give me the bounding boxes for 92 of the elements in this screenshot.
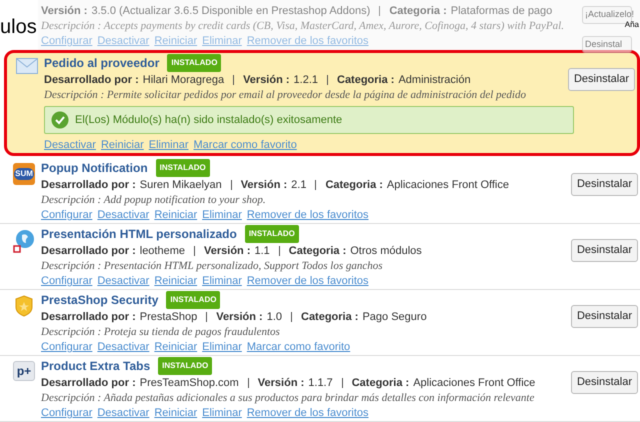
module-title[interactable]: PrestaShop Security (41, 292, 158, 308)
module-title[interactable]: Product Extra Tabs (41, 358, 150, 374)
detail-value: Otros módulos (350, 244, 422, 258)
detail-value: Aplicaciones Front Office (386, 178, 509, 192)
action-link[interactable]: Reiniciar (154, 274, 198, 288)
uninstall-button[interactable]: Desinstalar (570, 305, 638, 328)
detail-value: PresTeamShop.com (140, 376, 239, 390)
action-link[interactable]: Configurar (41, 274, 92, 288)
action-link[interactable]: Reiniciar (154, 406, 198, 420)
module-description: Descripción : Presentación HTML personalizado, Support Todos los ganchos (41, 259, 384, 273)
detail-value: PrestaShop (140, 310, 198, 324)
action-link[interactable]: Eliminar (202, 406, 242, 420)
installed-badge: INSTALADO (156, 159, 210, 177)
detail-label: Versión : (41, 4, 88, 18)
action-link[interactable]: Eliminar (202, 274, 242, 288)
action-link[interactable]: Desactivar (97, 274, 150, 288)
detail-label: Desarrollado por : (41, 310, 136, 324)
detail-value: 3.5.0 (Actualizar 3.6.5 Disponible en Prestashop Addons) (91, 4, 370, 18)
success-text: El(Los) Módulo(s) ha(n) sido instalado(s) exitosamente (75, 113, 342, 127)
module-description: Descripción : Accepts payments by credit cards (CB, Visa, MasterCard, Amex, Aurore, Cofinoga, 4 stars) with PayPal. (41, 19, 565, 33)
installed-badge: INSTALADO (244, 225, 299, 243)
action-link[interactable]: Remover de los favoritos (246, 406, 369, 420)
detail-label: Categoria : (337, 73, 394, 87)
module-title[interactable]: Pedido al proveedor (44, 55, 160, 71)
action-link[interactable]: Configurar (41, 208, 92, 222)
detail-label: Versión : (258, 376, 304, 390)
action-link[interactable]: Desactivar (97, 208, 150, 222)
detail-value: 1.2.1 (294, 73, 318, 87)
detail-value: Plataformas de pago (450, 4, 552, 18)
module-description: Descripción : Add popup notification to your shop. (41, 193, 267, 207)
module-description: Descripción : Permite solicitar pedidos por email al proveedor desde la página de administración del pedido (44, 88, 527, 102)
module-description: Descripción : Proteja su tienda de pagos fraudulentos (41, 325, 281, 339)
detail-value: Administración (398, 73, 471, 87)
installed-badge: INSTALADO (158, 357, 212, 375)
action-link[interactable]: Reiniciar (154, 208, 198, 222)
action-link[interactable]: Eliminar (202, 34, 242, 48)
logo-icon: SUM (13, 163, 35, 185)
action-link[interactable]: Configurar (41, 406, 92, 420)
detail-label: Versión : (216, 310, 263, 324)
detail-label: Categoria : (352, 376, 410, 390)
uninstall-button[interactable]: Desinstalar (570, 173, 638, 196)
detail-label: Desarrollado por : (44, 73, 139, 87)
action-link[interactable]: Desactivar (97, 406, 150, 420)
badge-icon (14, 295, 34, 317)
installed-badge: INSTALADO (166, 291, 220, 309)
detail-label: Categoria : (389, 4, 447, 18)
detail-value: Aplicaciones Front Office (413, 376, 536, 390)
action-link[interactable]: Desactivar (44, 138, 96, 152)
action-link[interactable]: Remover de los favoritos (246, 34, 369, 48)
detail-value: Pago Seguro (362, 310, 427, 324)
detail-value: leotheme (140, 244, 186, 258)
page-heading: ulos (0, 16, 37, 38)
detail-value: Suren Mikaelyan (140, 178, 222, 192)
action-link[interactable]: Desactivar (97, 340, 150, 354)
detail-label: Categoria : (288, 244, 346, 258)
detail-label: Desarrollado por : (41, 376, 136, 390)
logo-icon: p+ (13, 361, 35, 381)
action-link[interactable]: Eliminar (202, 208, 242, 222)
detail-label: Desarrollado por : (41, 178, 136, 192)
detail-label: Versión : (240, 178, 288, 192)
action-link[interactable]: Marcar como favorito (194, 138, 297, 152)
detail-label: Desarrollado por : (41, 244, 136, 258)
action-link[interactable]: Eliminar (148, 138, 188, 152)
globe-icon (13, 229, 35, 253)
action-link[interactable]: Remover de los favoritos (246, 274, 369, 288)
action-link[interactable]: Marcar como favorito (246, 340, 350, 354)
action-link[interactable]: Reiniciar (154, 340, 198, 354)
module-title[interactable]: Popup Notification (41, 160, 148, 176)
uninstall-button[interactable]: Desinstalar (570, 371, 638, 394)
detail-label: Versión : (243, 73, 290, 87)
detail-label: Versión : (204, 244, 250, 258)
uninstall-button[interactable]: Desinstalar (570, 239, 638, 262)
action-link[interactable]: Configurar (41, 340, 92, 354)
action-link[interactable]: Reiniciar (100, 138, 144, 152)
action-link[interactable]: Eliminar (202, 340, 242, 354)
detail-value: 1.1.7 (308, 376, 333, 390)
check-icon (51, 111, 69, 129)
detail-value: 2.1 (291, 178, 306, 192)
module-title[interactable]: Presentación HTML personalizado (41, 226, 237, 242)
action-link[interactable]: Configurar (41, 34, 92, 48)
action-link[interactable]: Reiniciar (154, 34, 198, 48)
detail-label: Categoria : (325, 178, 383, 192)
installed-badge: INSTALADO (167, 54, 222, 72)
detail-value: 1.0 (266, 310, 282, 324)
module-description: Descripción : Añada pestañas adicionales a sus productos para brindar más detalles con información relevante (41, 391, 536, 405)
action-link[interactable]: Remover de los favoritos (246, 208, 369, 222)
uninstall-button[interactable]: Desinstalar (568, 68, 635, 90)
envelope-icon (16, 58, 38, 74)
detail-label: Categoria : (301, 310, 358, 324)
action-link[interactable]: Desactivar (97, 34, 150, 48)
detail-value: Hilari Moragrega (142, 73, 224, 87)
detail-value: 1.1 (254, 244, 270, 258)
